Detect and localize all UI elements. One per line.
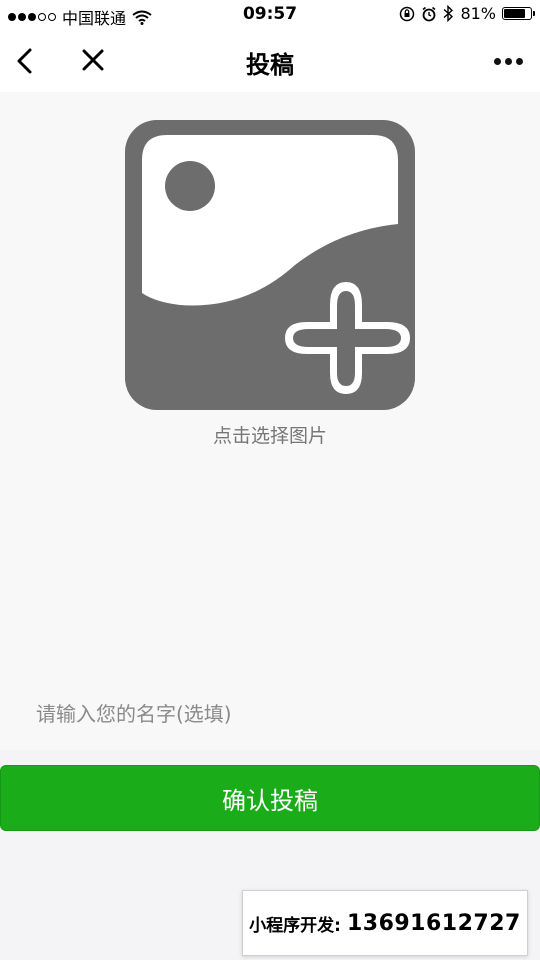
back-button[interactable] bbox=[8, 42, 46, 80]
submit-button[interactable]: 确认投稿 bbox=[0, 765, 540, 831]
nav-bar: 投稿 bbox=[0, 30, 540, 92]
image-picker[interactable] bbox=[125, 120, 415, 410]
status-right: 81% bbox=[399, 4, 535, 23]
promo-phone: 13691612727 bbox=[346, 910, 521, 936]
add-image-icon bbox=[125, 120, 415, 410]
alarm-icon bbox=[422, 6, 436, 21]
more-button[interactable] bbox=[488, 48, 528, 74]
close-icon bbox=[82, 49, 104, 71]
back-chevron-icon bbox=[17, 48, 32, 74]
close-button[interactable] bbox=[74, 42, 112, 80]
image-picker-label: 点击选择图片 bbox=[212, 425, 327, 447]
bluetooth-icon bbox=[443, 5, 454, 22]
status-bar: 中国联通 09:57 81% bbox=[0, 0, 540, 30]
orientation-lock-icon bbox=[400, 6, 415, 21]
promo-label: 小程序开发: bbox=[249, 915, 341, 936]
battery-icon bbox=[502, 7, 535, 20]
name-input[interactable] bbox=[26, 694, 516, 734]
battery-percent: 81% bbox=[460, 4, 496, 23]
promo-badge: 小程序开发: 13691612727 bbox=[242, 890, 528, 956]
more-icon bbox=[493, 57, 501, 65]
main-content: 点击选择图片 bbox=[0, 92, 540, 750]
